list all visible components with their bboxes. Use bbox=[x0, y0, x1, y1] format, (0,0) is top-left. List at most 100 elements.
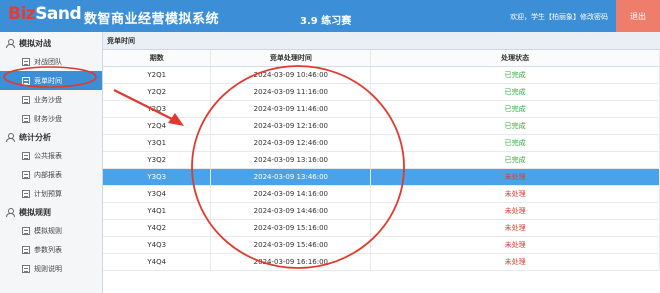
cell-time: 2024-03-09 15:16:00 bbox=[210, 219, 372, 237]
logo-biz-text: Biz bbox=[8, 4, 36, 24]
sidebar: 模拟对战 对战团队 竞单时间 业务沙盘 财务沙盘 统计分析 公共报表 内部报表 … bbox=[0, 32, 103, 293]
table-row[interactable]: Y2Q4 2024-03-09 12:16:00 已完成 bbox=[103, 117, 660, 135]
document-icon bbox=[22, 114, 30, 123]
table-row[interactable]: Y2Q2 2024-03-09 11:16:00 已完成 bbox=[103, 83, 660, 101]
cell-time: 2024-03-09 14:46:00 bbox=[210, 202, 372, 220]
document-icon bbox=[22, 264, 30, 273]
round-title: 3.9 练习赛 bbox=[300, 16, 352, 27]
user-icon bbox=[6, 132, 15, 142]
cell-period: Y3Q2 bbox=[103, 151, 212, 169]
document-icon bbox=[22, 189, 30, 198]
sidebar-item-param-list[interactable]: 参数列表 bbox=[0, 240, 102, 259]
sidebar-group-label: 模拟规则 bbox=[19, 207, 51, 217]
welcome-change-password-link[interactable]: 欢迎，学生【柏丽象】修改密码 bbox=[510, 12, 608, 22]
cell-time: 2024-03-09 12:16:00 bbox=[210, 117, 372, 135]
cell-status: 已完成 bbox=[370, 151, 660, 169]
cell-period: Y3Q1 bbox=[103, 134, 212, 152]
cell-period: Y2Q4 bbox=[103, 117, 212, 135]
document-icon bbox=[22, 226, 30, 235]
sidebar-group-battle[interactable]: 模拟对战 bbox=[0, 34, 102, 52]
sidebar-item-rule-notes[interactable]: 规则说明 bbox=[0, 259, 102, 278]
cell-period: Y4Q3 bbox=[103, 236, 212, 254]
table-row[interactable]: Y2Q1 2024-03-09 10:46:00 已完成 bbox=[103, 66, 660, 84]
cell-time: 2024-03-09 13:46:00 bbox=[210, 168, 372, 186]
cell-time: 2024-03-09 11:46:00 bbox=[210, 100, 372, 118]
cell-status: 已完成 bbox=[370, 134, 660, 152]
cell-period: Y3Q3 bbox=[103, 168, 212, 186]
cell-status: 未处理 bbox=[370, 219, 660, 237]
sidebar-item-label: 对战团队 bbox=[34, 57, 62, 66]
app-title: 数智商业经营模拟系统 bbox=[84, 12, 220, 27]
app-logo: Biz Sand bbox=[8, 4, 82, 28]
sidebar-item-label: 模拟规则 bbox=[34, 226, 62, 235]
cell-time: 2024-03-09 11:16:00 bbox=[210, 83, 372, 101]
sidebar-group-label: 模拟对战 bbox=[19, 38, 51, 48]
sidebar-item-label: 参数列表 bbox=[34, 245, 62, 254]
sidebar-item-internal-reports[interactable]: 内部报表 bbox=[0, 165, 102, 184]
document-icon bbox=[22, 245, 30, 254]
cell-status: 已完成 bbox=[370, 66, 660, 84]
sidebar-item-business-sandbox[interactable]: 业务沙盘 bbox=[0, 90, 102, 109]
table-row[interactable]: Y3Q3 2024-03-09 13:46:00 未处理 bbox=[103, 168, 660, 186]
cell-time: 2024-03-09 12:46:00 bbox=[210, 134, 372, 152]
sidebar-item-teams[interactable]: 对战团队 bbox=[0, 52, 102, 71]
sidebar-group-stats[interactable]: 统计分析 bbox=[0, 128, 102, 146]
cell-time: 2024-03-09 13:16:00 bbox=[210, 151, 372, 169]
bid-time-table: 期数 竞单处理时间 处理状态 Y2Q1 2024-03-09 10:46:00 已完… bbox=[103, 50, 660, 271]
sidebar-item-label: 竞单时间 bbox=[34, 76, 62, 85]
sidebar-item-finance-sandbox[interactable]: 财务沙盘 bbox=[0, 109, 102, 128]
table-row[interactable]: Y2Q3 2024-03-09 11:46:00 已完成 bbox=[103, 100, 660, 118]
sidebar-item-label: 内部报表 bbox=[34, 170, 62, 179]
table-row[interactable]: Y3Q2 2024-03-09 13:16:00 已完成 bbox=[103, 151, 660, 169]
cell-status: 已完成 bbox=[370, 83, 660, 101]
table-row[interactable]: Y3Q4 2024-03-09 14:16:00 未处理 bbox=[103, 185, 660, 203]
document-icon bbox=[22, 57, 30, 66]
cell-status: 已完成 bbox=[370, 100, 660, 118]
sidebar-item-label: 计划预算 bbox=[34, 189, 62, 198]
logo-sand-text: Sand bbox=[35, 4, 82, 24]
cell-period: Y4Q4 bbox=[103, 253, 212, 271]
cell-period: Y2Q3 bbox=[103, 100, 212, 118]
logout-button[interactable]: 退出 bbox=[616, 0, 660, 32]
table-row[interactable]: Y4Q2 2024-03-09 15:16:00 未处理 bbox=[103, 219, 660, 237]
sidebar-item-label: 财务沙盘 bbox=[34, 114, 62, 123]
panel-title: 竞单时间 bbox=[103, 32, 660, 50]
sidebar-item-label: 业务沙盘 bbox=[34, 95, 62, 104]
main-panel: 竞单时间 期数 竞单处理时间 处理状态 Y2Q1 2024-03-09 10:46… bbox=[103, 32, 660, 293]
cell-status: 未处理 bbox=[370, 185, 660, 203]
cell-status: 未处理 bbox=[370, 168, 660, 186]
document-icon bbox=[22, 151, 30, 160]
cell-period: Y2Q1 bbox=[103, 66, 212, 84]
cell-period: Y2Q2 bbox=[103, 83, 212, 101]
table-row[interactable]: Y4Q4 2024-03-09 16:16:00 未处理 bbox=[103, 253, 660, 271]
cell-period: Y3Q4 bbox=[103, 185, 212, 203]
cell-status: 未处理 bbox=[370, 253, 660, 271]
table-row[interactable]: Y4Q1 2024-03-09 14:46:00 未处理 bbox=[103, 202, 660, 220]
sidebar-item-budget[interactable]: 计划预算 bbox=[0, 184, 102, 203]
sidebar-group-rules[interactable]: 模拟规则 bbox=[0, 203, 102, 221]
table-row[interactable]: Y4Q3 2024-03-09 15:46:00 未处理 bbox=[103, 236, 660, 254]
user-icon bbox=[6, 207, 15, 217]
sidebar-item-sim-rules[interactable]: 模拟规则 bbox=[0, 221, 102, 240]
cell-period: Y4Q1 bbox=[103, 202, 212, 220]
cell-time: 2024-03-09 16:16:00 bbox=[210, 253, 372, 271]
cell-time: 2024-03-09 14:16:00 bbox=[210, 185, 372, 203]
top-header: Biz Sand 数智商业经营模拟系统 3.9 练习赛 欢迎，学生【柏丽象】修改密… bbox=[0, 0, 660, 32]
cell-time: 2024-03-09 10:46:00 bbox=[210, 66, 372, 84]
table-header-row: 期数 竞单处理时间 处理状态 bbox=[103, 50, 660, 67]
cell-status: 未处理 bbox=[370, 236, 660, 254]
column-header-time: 竞单处理时间 bbox=[210, 50, 372, 67]
column-header-period: 期数 bbox=[103, 50, 212, 67]
document-icon bbox=[22, 170, 30, 179]
sidebar-item-public-reports[interactable]: 公共报表 bbox=[0, 146, 102, 165]
sidebar-item-label: 规则说明 bbox=[34, 264, 62, 273]
sidebar-item-bid-time[interactable]: 竞单时间 bbox=[0, 71, 102, 90]
sidebar-item-label: 公共报表 bbox=[34, 151, 62, 160]
cell-status: 已完成 bbox=[370, 117, 660, 135]
column-header-status: 处理状态 bbox=[370, 50, 660, 67]
cell-status: 未处理 bbox=[370, 202, 660, 220]
document-icon bbox=[22, 76, 30, 85]
user-icon bbox=[6, 38, 15, 48]
table-row[interactable]: Y3Q1 2024-03-09 12:46:00 已完成 bbox=[103, 134, 660, 152]
cell-time: 2024-03-09 15:46:00 bbox=[210, 236, 372, 254]
